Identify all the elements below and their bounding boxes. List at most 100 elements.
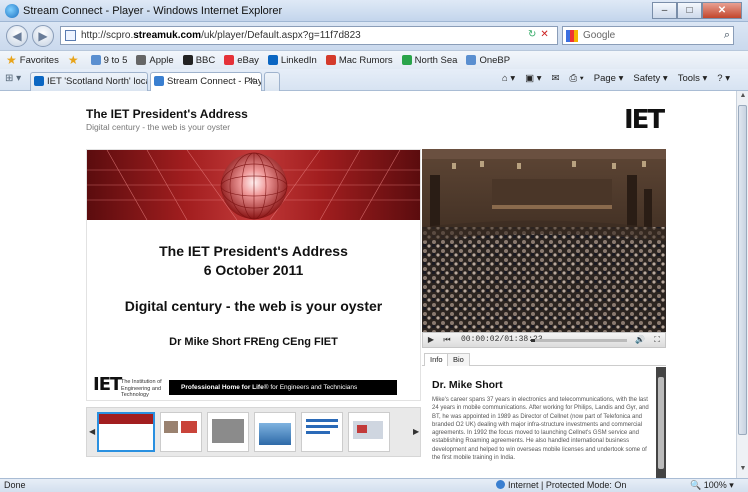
tab-close-icon[interactable]: ✕ <box>248 73 256 90</box>
thumbnail-list <box>97 412 411 454</box>
fullscreen-icon[interactable]: ⛶ <box>652 335 662 345</box>
page-scroll-thumb[interactable] <box>738 105 747 435</box>
page-icon <box>65 30 76 41</box>
slide-thumbnail[interactable] <box>97 412 155 452</box>
slide-thumbnail[interactable] <box>301 412 343 452</box>
zoom-level[interactable]: 🔍 100% ▾ <box>690 479 734 492</box>
window-title-bar: Stream Connect - Player - Windows Intern… <box>0 0 748 22</box>
scroll-up-icon[interactable]: ▲ <box>738 92 748 104</box>
search-placeholder: Google <box>583 30 616 41</box>
favicon-icon <box>224 55 235 65</box>
slide-presenter: Dr Mike Short FREng CEng FIET <box>169 336 338 348</box>
tools-menu[interactable]: Tools ▾ <box>678 73 708 84</box>
window-controls: – □ ✕ <box>652 2 742 19</box>
video-player[interactable] <box>422 149 666 332</box>
favorite-label: 9 to 5 <box>103 54 128 66</box>
favorite-label: eBay <box>237 54 259 66</box>
thumb-line <box>306 431 330 434</box>
favorite-item-macrumors[interactable]: Mac Rumors <box>325 55 393 66</box>
favorites-button[interactable]: ★ Favorites <box>6 53 59 67</box>
maximize-button[interactable]: □ <box>677 2 702 19</box>
play-icon[interactable]: ▶ <box>426 335 436 345</box>
scroll-down-icon[interactable]: ▼ <box>738 465 748 477</box>
presentation-slide: The IET President's Address 6 October 20… <box>86 149 421 401</box>
slide-iet-logo: IET <box>93 374 122 395</box>
favicon-icon <box>182 55 193 65</box>
thumb-photo <box>164 421 178 433</box>
ie-icon <box>5 4 19 18</box>
add-favorite-icon[interactable]: ★ <box>68 53 82 67</box>
strip-prev-icon[interactable]: ◀ <box>89 427 95 436</box>
tagline-rest: ® for Engineers and Technicians <box>263 384 358 391</box>
video-controls: ▶ ⏮ 00:00:02/01:38:23 🔊 ⛶ <box>422 332 666 348</box>
thumb-photo <box>212 419 244 443</box>
favorite-item-ebay[interactable]: eBay <box>224 55 259 66</box>
info-tabs: Info Bio <box>422 353 666 366</box>
back-button[interactable]: ◀ <box>6 25 28 47</box>
safety-menu[interactable]: Safety ▾ <box>633 73 667 84</box>
favorite-label: LinkedIn <box>280 54 317 66</box>
slide-thumbnail[interactable] <box>207 412 249 452</box>
slide-thumbnail[interactable] <box>254 412 296 452</box>
favorite-item-northsea[interactable]: North Sea <box>401 55 457 66</box>
globe-banner-image <box>87 150 420 220</box>
slide-thumbnail[interactable] <box>348 412 390 452</box>
favorite-item-onebp[interactable]: OneBP <box>466 55 510 66</box>
url-prefix: http://scpro. <box>81 30 134 41</box>
search-input[interactable]: Google ⌕ <box>562 26 734 45</box>
video-progress-fill <box>531 339 535 342</box>
info-scrollbar[interactable] <box>656 367 666 478</box>
favorite-label: BBC <box>195 54 216 66</box>
feeds-icon[interactable]: ▣ ▾ <box>525 73 541 84</box>
favorite-item-bbc[interactable]: BBC <box>182 54 216 66</box>
status-text: Done <box>4 480 26 490</box>
tagline-bold: Professional Home for Life <box>181 384 264 391</box>
url-domain: streamuk.com <box>133 30 202 41</box>
new-tab-button[interactable] <box>264 72 280 91</box>
close-button[interactable]: ✕ <box>702 2 742 19</box>
refresh-icon[interactable]: ↻ <box>528 29 536 40</box>
info-scroll-thumb[interactable] <box>658 377 664 469</box>
tab-stream-connect[interactable]: Stream Connect - Player ✕ <box>150 72 262 91</box>
favorite-item-linkedin[interactable]: LinkedIn <box>267 54 317 66</box>
address-input[interactable]: http://scpro.streamuk.com/uk/player/Defa… <box>60 26 558 45</box>
slide-title-line1: The IET President's Address <box>159 243 348 259</box>
favorite-item-apple[interactable]: Apple <box>136 55 174 66</box>
minimize-button[interactable]: – <box>652 2 677 19</box>
iet-logo: IET <box>624 105 665 135</box>
tab-label: IET 'Scotland North' local ... <box>47 76 147 87</box>
tab-info[interactable]: Info <box>424 353 449 366</box>
favorites-bar: ★ Favorites ★ 9 to 5 Apple BBC eBay Link… <box>0 50 748 69</box>
slide-tagline-bar: Professional Home for Life® for Engineer… <box>169 380 397 395</box>
page-menu[interactable]: Page ▾ <box>594 73 624 84</box>
status-bar: Done Internet | Protected Mode: On 🔍 100… <box>0 478 748 492</box>
linkedin-icon <box>34 76 44 86</box>
help-icon[interactable]: ? ▾ <box>717 73 730 84</box>
strip-next-icon[interactable]: ▶ <box>413 427 419 436</box>
mail-icon[interactable]: ✉ <box>552 73 560 84</box>
favorites-label: Favorites <box>19 54 59 66</box>
slide-subtitle: Digital century - the web is your oyster <box>124 298 383 314</box>
thumb-banner <box>99 414 153 424</box>
tab-bio[interactable]: Bio <box>447 353 470 366</box>
page-scrollbar[interactable]: ▲ ▼ <box>736 91 748 478</box>
lecture-hall-video-frame <box>422 149 666 332</box>
video-seek-bar[interactable] <box>531 339 627 342</box>
security-zone[interactable]: Internet | Protected Mode: On <box>496 479 626 492</box>
rewind-icon[interactable]: ⏮ <box>442 335 452 345</box>
stop-icon[interactable]: ✕ <box>540 29 548 40</box>
home-icon[interactable]: ⌂ ▾ <box>502 73 515 84</box>
favorite-item-9to5[interactable]: 9 to 5 <box>90 54 128 66</box>
search-icon[interactable]: ⌕ <box>724 27 730 44</box>
tab-iet-scotland[interactable]: IET 'Scotland North' local ... <box>30 72 148 91</box>
address-actions: ↻ ✕ <box>528 29 549 40</box>
forward-button[interactable]: ▶ <box>32 25 54 47</box>
quick-tabs-icon[interactable]: ⊞ ▾ <box>5 73 21 84</box>
globe-icon <box>496 480 505 489</box>
zoom-label: 100% <box>703 480 727 490</box>
volume-icon[interactable]: 🔊 <box>635 335 645 345</box>
slide-thumbnail[interactable] <box>160 412 202 452</box>
print-icon[interactable]: ⎙ ▾ <box>570 73 584 84</box>
address-row: ◀ ▶ http://scpro.streamuk.com/uk/player/… <box>0 22 748 50</box>
slide-institution-text: The Institution of Engineering and Techn… <box>121 379 162 398</box>
